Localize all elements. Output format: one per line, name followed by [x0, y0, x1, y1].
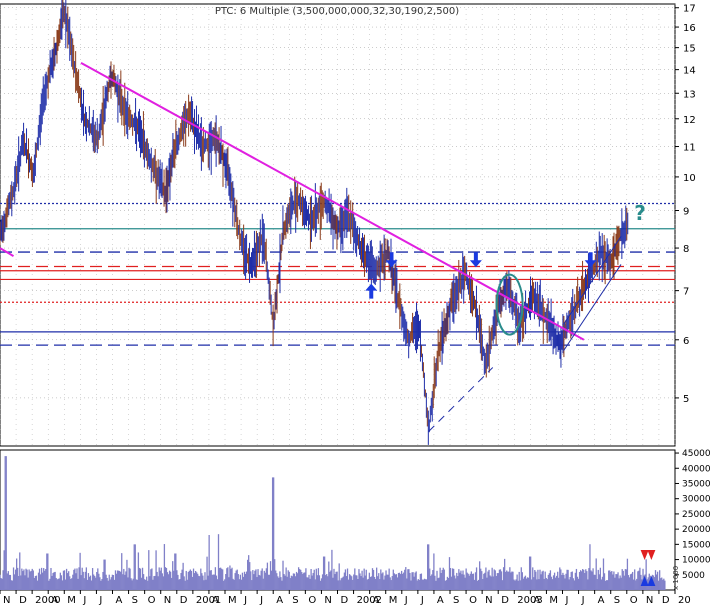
x-tick-label: O: [469, 595, 477, 605]
x-tick-label: S: [132, 595, 138, 605]
x-tick-label: D: [341, 595, 349, 605]
trendline-support-dashed: [428, 367, 494, 432]
x-tick-label: N: [324, 595, 331, 605]
price-tick-label: 5: [683, 394, 689, 405]
x-tick-label: N: [3, 595, 10, 605]
x-tick-label: S: [453, 595, 459, 605]
x-tick-label: N: [646, 595, 653, 605]
volume-tick-label: 45000: [682, 449, 711, 459]
price-tick-label: 12: [683, 115, 696, 126]
volume-panel-border: [0, 449, 676, 591]
price-tick-label: 13: [683, 89, 696, 100]
x-tick-label: D: [662, 595, 670, 605]
x-tick-label: J: [565, 595, 569, 605]
price-tick-label: 8: [683, 244, 689, 255]
price-tick-label: 6: [683, 336, 689, 347]
price-tick-label: 11: [683, 143, 696, 154]
volume-panel: [0, 456, 666, 590]
price-tick-label: 9: [683, 207, 689, 218]
price-bars: [0, 0, 629, 445]
x-tick-label: M: [389, 595, 398, 605]
price-tick-label: 15: [683, 44, 696, 55]
x-tick-label: O: [148, 595, 156, 605]
chart-frame: [0, 3, 676, 591]
volume-tick-label: 15000: [682, 540, 711, 550]
x-tick-label: A: [437, 595, 444, 605]
x-tick-label: M: [67, 595, 76, 605]
x-tick-label: D: [19, 595, 27, 605]
x-tick-label: A: [51, 595, 58, 605]
x-tick-label: D: [180, 595, 188, 605]
x-tick-label: M: [549, 595, 558, 605]
chart-canvas: 17 16 15 14 13 12 11 10 9 8 7 6 5 45000 40000 35000 3000…: [0, 0, 711, 606]
x-tick-label: 20: [678, 595, 691, 605]
x-tick-label: J: [243, 595, 247, 605]
trendline-channel-upper: [563, 236, 622, 325]
volume-tick-label: 35000: [682, 479, 711, 489]
x-tick-label: O: [630, 595, 638, 605]
x-tick-label: A: [276, 595, 283, 605]
x-tick-label: S: [292, 595, 298, 605]
volume-tick-label: 5000: [682, 571, 705, 581]
volume-tick-label: 20000: [682, 525, 711, 535]
x-tick-label: A: [533, 595, 540, 605]
price-tick-label: 7: [683, 287, 689, 298]
arrow-up-icon: [365, 283, 378, 299]
x-tick-label: N: [485, 595, 492, 605]
x-tick-label: J: [82, 595, 86, 605]
x-tick-label: A: [373, 595, 380, 605]
x-tick-label: J: [98, 595, 102, 605]
x-tick-label: J: [581, 595, 585, 605]
price-tick-label: 10: [683, 173, 696, 184]
x-tick-label: J: [259, 595, 263, 605]
price-tick-label: 16: [683, 23, 696, 34]
volume-arrow-down-icon: [640, 550, 649, 560]
volume-tick-label: 30000: [682, 495, 711, 505]
volume-unit-label: x 1000: [672, 566, 680, 590]
stock-chart: 17 16 15 14 13 12 11 10 9 8 7 6 5 45000 40000 35000 3000…: [0, 0, 723, 606]
x-tick-label: J: [404, 595, 408, 605]
question-mark-annotation: ?: [634, 201, 646, 225]
x-tick-label: D: [501, 595, 509, 605]
x-tick-label: N: [164, 595, 171, 605]
volume-tick-label: 25000: [682, 510, 711, 520]
x-tick-label: A: [116, 595, 123, 605]
volume-tick-label: 10000: [682, 556, 711, 566]
x-tick-label: M: [228, 595, 237, 605]
x-tick-label: J: [420, 595, 424, 605]
x-tick-label: A: [212, 595, 219, 605]
volume-tick-label: 40000: [682, 464, 711, 474]
x-tick-label: S: [614, 595, 620, 605]
price-tick-label: 17: [683, 4, 696, 15]
arrow-down-icon: [469, 252, 482, 268]
price-tick-label: 14: [683, 66, 696, 77]
x-tick-label: A: [598, 595, 605, 605]
volume-arrow-down-icon: [647, 550, 656, 560]
x-tick-label: O: [308, 595, 316, 605]
chart-title: PTC: 6 Multiple (3,500,000,000,32,30,190…: [215, 6, 459, 17]
